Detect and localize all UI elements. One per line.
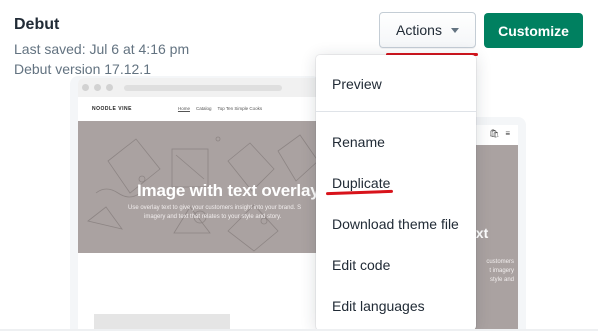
menu-icon: ≡ — [505, 129, 510, 138]
hero-text-line: Use overlay text to give your customers … — [128, 205, 302, 211]
last-saved-text: Last saved: Jul 6 at 4:16 pm — [14, 41, 190, 57]
hero-title: Image with text overlay — [137, 181, 320, 200]
browser-dot-icon — [94, 84, 101, 91]
url-bar — [124, 84, 282, 91]
actions-button-label: Actions — [396, 22, 442, 38]
menu-item-edit-code[interactable]: Edit code — [332, 257, 390, 273]
menu-item-preview[interactable]: Preview — [332, 76, 382, 92]
customize-button[interactable]: Customize — [484, 13, 583, 48]
menu-divider — [316, 111, 476, 112]
store-logo: NOODLE VINE — [92, 105, 132, 112]
theme-name: Debut — [14, 16, 60, 33]
caret-down-icon — [450, 27, 459, 33]
store-nav: Home Catalog Top Ten Simple Cooks — [178, 106, 262, 111]
browser-dot-icon — [82, 84, 89, 91]
store-header: NOODLE VINE Home Catalog Top Ten Simple … — [78, 97, 322, 120]
menu-item-rename[interactable]: Rename — [332, 134, 385, 150]
store-nav-item: Top Ten Simple Cooks — [217, 106, 263, 111]
menu-item-edit-languages[interactable]: Edit languages — [332, 298, 425, 314]
actions-button[interactable]: Actions — [379, 12, 476, 48]
browser-bar — [78, 78, 322, 97]
theme-info: Debut Last saved: Jul 6 at 4:16 pm Debut… — [14, 16, 189, 79]
theme-meta: Last saved: Jul 6 at 4:16 pm Debut versi… — [14, 39, 189, 79]
bag-icon: 🛍 — [489, 129, 500, 138]
store-nav-item: Catalog — [195, 106, 212, 111]
browser-dot-icon — [106, 84, 113, 91]
hero-text: Use overlay text to give your customers … — [128, 204, 328, 222]
menu-item-download-theme-file[interactable]: Download theme file — [332, 216, 459, 232]
hero-text-line: imagery and text that relates to your st… — [144, 214, 282, 220]
store-nav-item: Home — [177, 106, 190, 111]
menu-item-duplicate[interactable]: Duplicate — [332, 175, 390, 191]
mobile-header-icons: 🛍 ≡ — [489, 129, 510, 138]
